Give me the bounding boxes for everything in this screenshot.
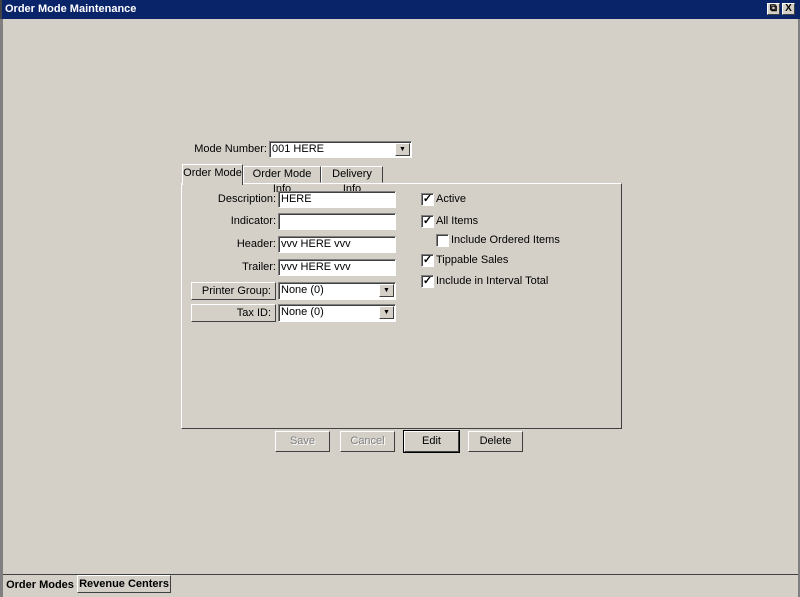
tax-id-value: None (0) [281, 306, 324, 318]
chevron-down-icon[interactable]: ▼ [379, 284, 394, 297]
trailer-input[interactable]: vvv HERE vvv [278, 259, 396, 276]
active-checkbox[interactable]: ✓ [421, 193, 434, 206]
chevron-down-icon[interactable]: ▼ [395, 143, 410, 156]
restore-icon: ⧉ [769, 3, 778, 14]
indicator-input[interactable] [278, 213, 396, 230]
tab-order-mode[interactable]: Order Mode [182, 164, 243, 185]
all-items-checkbox[interactable]: ✓ [421, 215, 434, 228]
mode-number-value: 001 HERE [272, 143, 324, 155]
mode-number-label: Mode Number: [194, 143, 267, 155]
include-interval-total-label: Include in Interval Total [436, 275, 549, 287]
bottom-tab-order-modes[interactable]: Order Modes [4, 577, 76, 595]
window-title: Order Mode Maintenance [5, 3, 137, 15]
trailer-label: Trailer: [242, 261, 276, 273]
tax-id-select[interactable]: None (0) ▼ [278, 304, 396, 322]
bottom-tab-revenue-centers[interactable]: Revenue Centers [77, 575, 171, 593]
delete-button[interactable]: Delete [468, 431, 523, 452]
restore-button[interactable]: ⧉ [767, 3, 780, 15]
indicator-label: Indicator: [230, 215, 276, 227]
printer-group-value: None (0) [281, 284, 324, 296]
tax-id-button[interactable]: Tax ID: [191, 304, 276, 322]
description-label: Description: [217, 193, 276, 205]
description-input[interactable]: HERE [278, 191, 396, 208]
printer-group-button[interactable]: Printer Group: [191, 282, 276, 300]
header-input[interactable]: vvv HERE vvv [278, 236, 396, 253]
close-icon: X [785, 3, 792, 14]
include-ordered-items-label: Include Ordered Items [451, 234, 560, 246]
cancel-button[interactable]: Cancel [340, 431, 395, 452]
tippable-sales-label: Tippable Sales [436, 254, 509, 266]
header-label: Header: [236, 238, 276, 250]
title-bar: Order Mode Maintenance [0, 0, 800, 19]
tab-order-mode-info[interactable]: Order Mode Info [243, 166, 321, 195]
edit-button[interactable]: Edit [403, 430, 460, 453]
tippable-sales-checkbox[interactable]: ✓ [421, 254, 434, 267]
close-button[interactable]: X [782, 3, 795, 15]
include-ordered-items-checkbox[interactable] [436, 234, 449, 247]
all-items-label: All Items [436, 215, 479, 227]
mode-number-select[interactable]: 001 HERE ▼ [269, 141, 412, 158]
active-label: Active [436, 193, 466, 205]
save-button[interactable]: Save [275, 431, 330, 452]
printer-group-select[interactable]: None (0) ▼ [278, 282, 396, 300]
include-interval-total-checkbox[interactable]: ✓ [421, 275, 434, 288]
chevron-down-icon[interactable]: ▼ [379, 306, 394, 319]
tab-delivery-info[interactable]: Delivery Info [321, 166, 383, 195]
